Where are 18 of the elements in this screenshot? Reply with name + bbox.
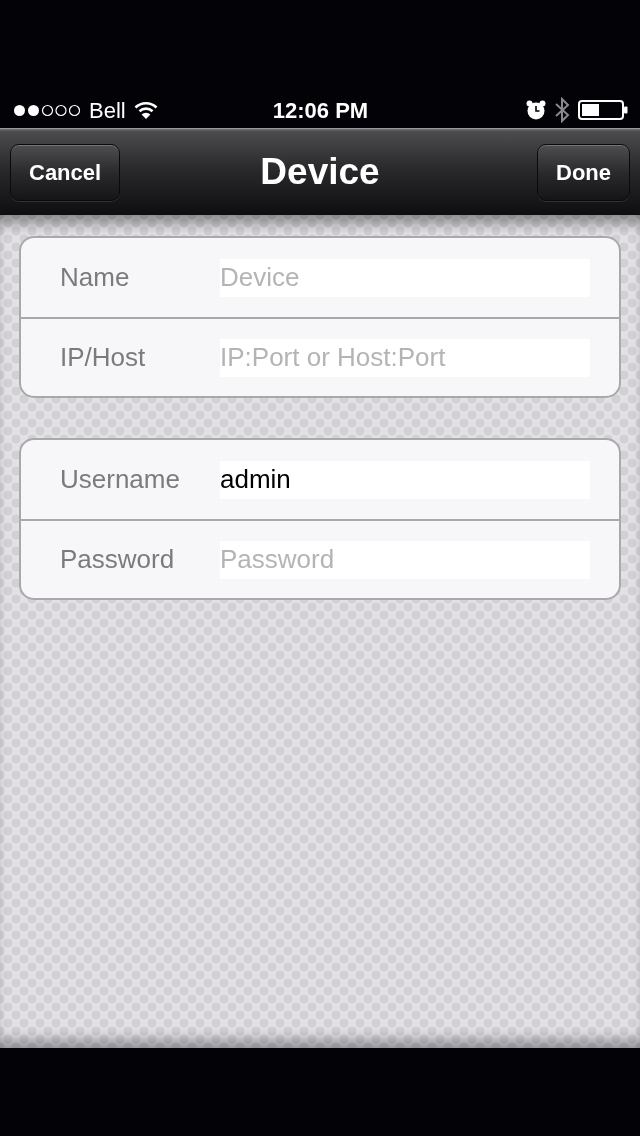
battery-icon [578,100,628,120]
field-label: IP/Host [60,341,147,374]
input-field[interactable]: Device [220,258,590,297]
screen-title: Device [260,150,380,195]
field-label: Name [60,261,131,294]
input-field[interactable]: IP:Port or Host:Port [220,338,590,377]
field-label: Username [60,463,181,496]
field-label: Password [60,543,176,576]
input-field[interactable]: admin [220,460,590,499]
signal-strength-icon [13,103,81,117]
carrier-name: Bell [89,96,126,125]
bluetooth-icon [554,97,570,123]
wifi-icon [133,101,158,119]
cancel-button[interactable]: Cancel [10,143,121,201]
clock-time: 12:06 PM [272,96,369,125]
input-field[interactable]: Password [220,540,590,579]
alarm-clock-icon [526,100,546,120]
done-button[interactable]: Done [537,143,630,201]
